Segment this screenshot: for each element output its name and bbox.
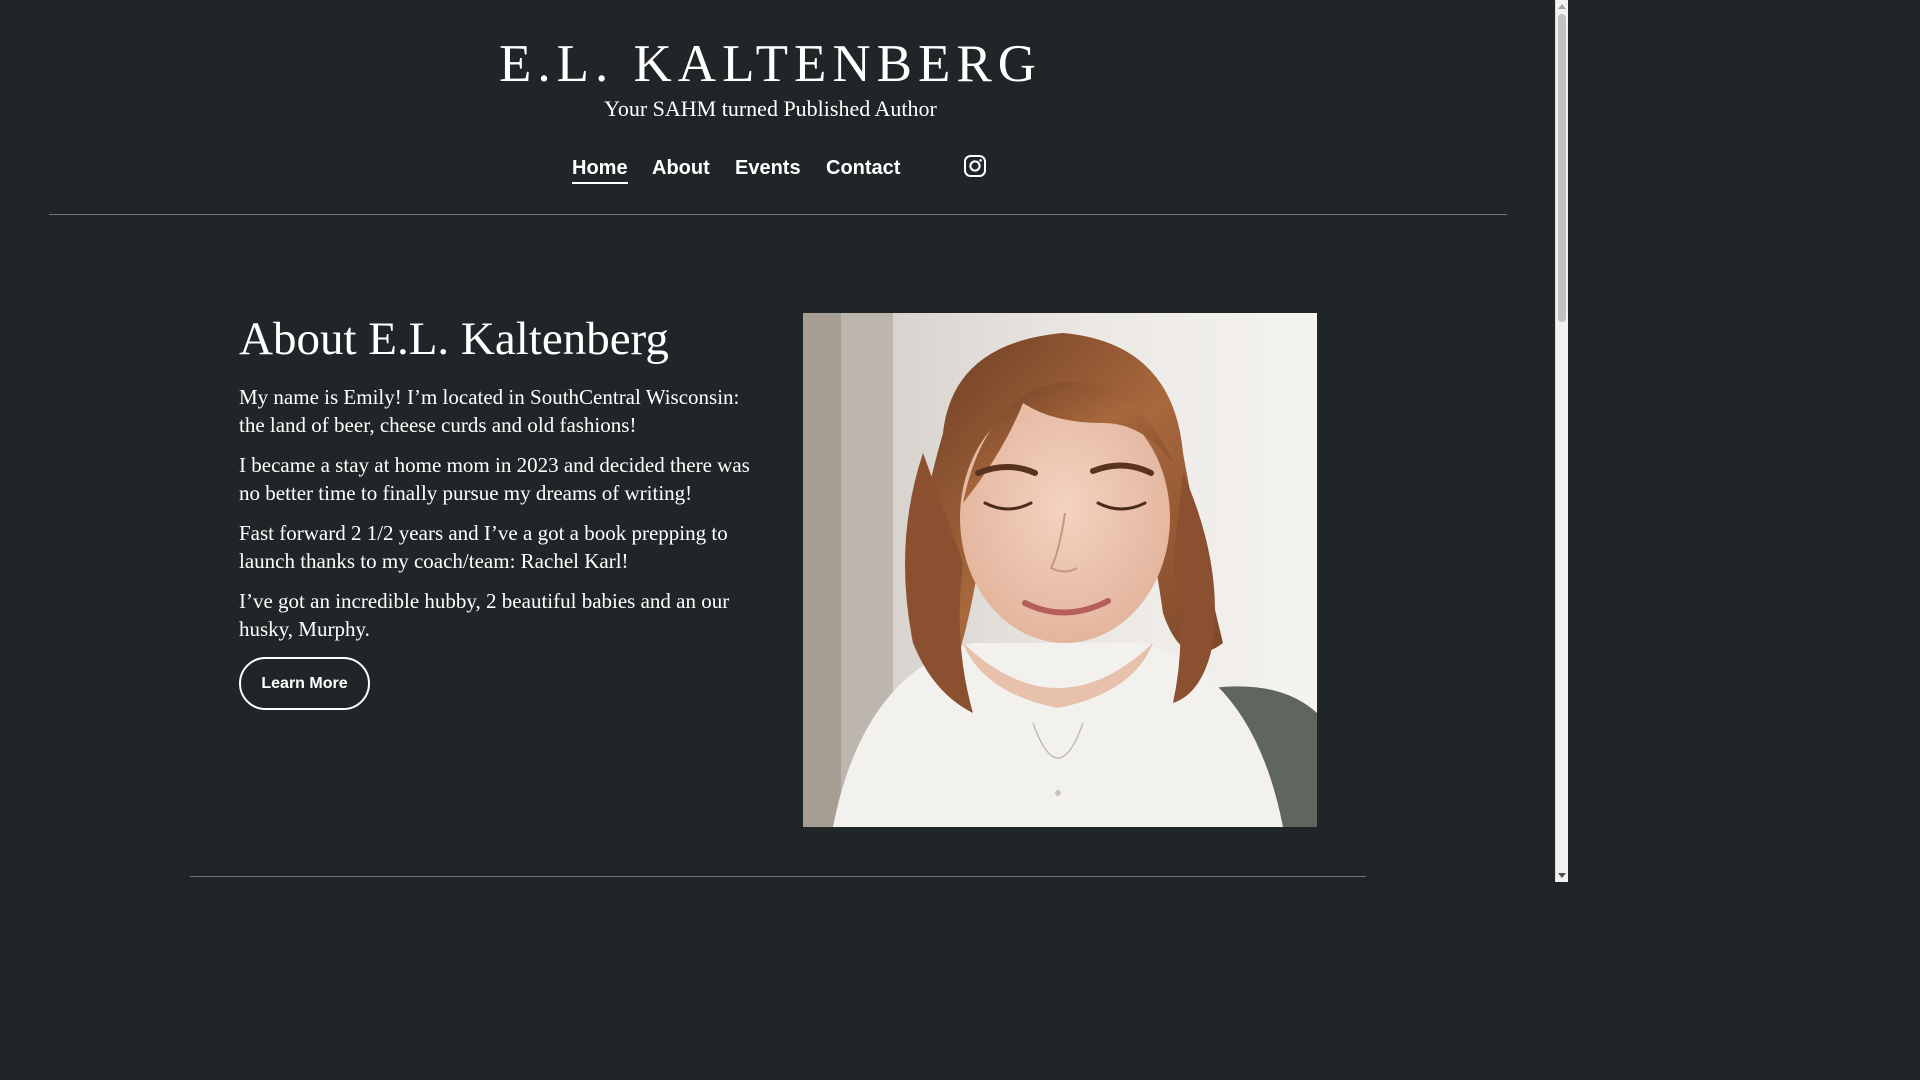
learn-more-button[interactable]: Learn More <box>239 657 370 710</box>
about-paragraph: Fast forward 2 1/2 years and I’ve a got … <box>239 521 728 573</box>
section-divider <box>190 876 1366 877</box>
header-divider <box>49 214 1507 215</box>
scroll-up-icon[interactable] <box>1558 4 1566 9</box>
about-paragraph: My name is Emily! I’m located in SouthCe… <box>239 385 740 437</box>
about-heading: About E.L. Kaltenberg <box>239 313 669 365</box>
page: E.L. KALTENBERG Your SAHM turned Publish… <box>0 0 1568 882</box>
page-scrollbar[interactable] <box>1555 0 1568 882</box>
instagram-icon[interactable] <box>963 154 987 178</box>
site-tagline: Your SAHM turned Published Author <box>604 96 937 121</box>
about-paragraph: I became a stay at home mom in 2023 and … <box>239 453 750 505</box>
site-title[interactable]: E.L. KALTENBERG <box>0 34 1541 94</box>
nav-contact[interactable]: Contact <box>826 154 900 182</box>
scroll-down-icon[interactable] <box>1558 873 1566 878</box>
nav-events[interactable]: Events <box>735 154 801 182</box>
author-portrait <box>803 313 1317 827</box>
nav-home[interactable]: Home <box>572 154 628 184</box>
scroll-thumb[interactable] <box>1558 14 1566 322</box>
about-paragraph: I’ve got an incredible hubby, 2 beautifu… <box>239 589 730 641</box>
about-text: My name is Emily! I’m located in SouthCe… <box>239 384 759 656</box>
nav-about[interactable]: About <box>652 154 710 182</box>
